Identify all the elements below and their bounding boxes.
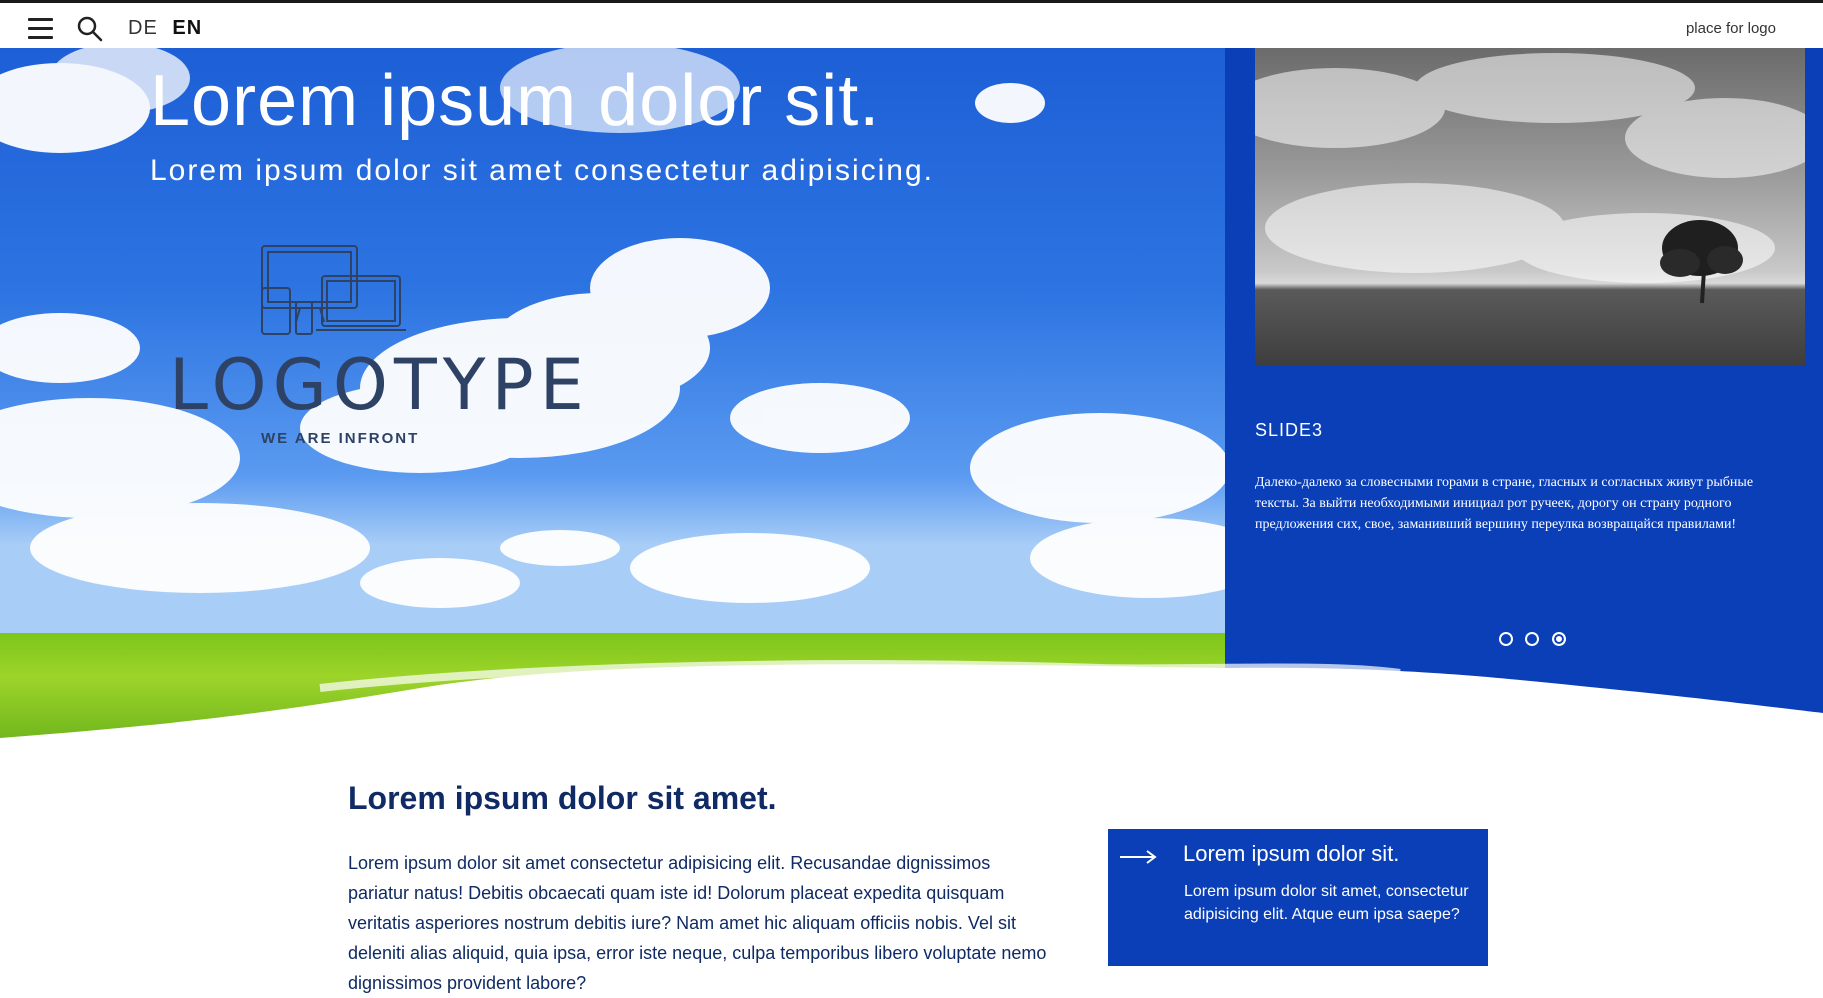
- cta-text: Lorem ipsum dolor sit amet, consectetur …: [1184, 883, 1469, 923]
- white-brush-stroke: [0, 660, 1823, 738]
- search-icon[interactable]: [77, 16, 103, 42]
- content-title: Lorem ipsum dolor sit amet.: [348, 780, 777, 817]
- image-slider: SLIDE3 Далеко-далеко за словесными горам…: [1225, 48, 1823, 738]
- slide-text: Далеко-далеко за словесными горами в стр…: [1255, 475, 1754, 532]
- logo-placeholder[interactable]: place for logo: [1686, 20, 1776, 37]
- cta-box[interactable]: Lorem ipsum dolor sit. Lorem ipsum dolor…: [1108, 829, 1488, 966]
- language-switcher: DE EN: [128, 17, 202, 40]
- hero-subtitle: Lorem ipsum dolor sit amet consectetur a…: [150, 154, 934, 187]
- cta-title: Lorem ipsum dolor sit.: [1183, 841, 1400, 866]
- arrow-right-icon: [1120, 850, 1157, 864]
- hero-title: Lorem ipsum dolor sit.: [150, 61, 881, 141]
- hamburger-menu-icon[interactable]: [28, 18, 53, 40]
- devices-icon: [261, 245, 406, 335]
- logo-text: LOGOTYPE: [169, 344, 590, 426]
- hero-banner: Lorem ipsum dolor sit. Lorem ipsum dolor…: [0, 48, 1823, 738]
- language-en-link[interactable]: EN: [172, 17, 202, 39]
- slide-image: [1255, 48, 1805, 366]
- slide-title: SLIDE3: [1255, 420, 1324, 440]
- logo-tagline: WE ARE INFRONT: [261, 430, 420, 447]
- tree-landscape-image: [1255, 53, 1805, 304]
- top-navigation-bar: DE EN place for logo: [0, 3, 1823, 48]
- content-body: Lorem ipsum dolor sit amet consectetur a…: [348, 853, 1047, 993]
- slider-dot-1[interactable]: [1499, 632, 1513, 646]
- language-de-link[interactable]: DE: [128, 17, 158, 39]
- slider-dot-2[interactable]: [1525, 632, 1540, 646]
- logotype: LOGOTYPE WE ARE INFRONT: [165, 244, 584, 454]
- slider-dot-3-active[interactable]: [1551, 632, 1566, 646]
